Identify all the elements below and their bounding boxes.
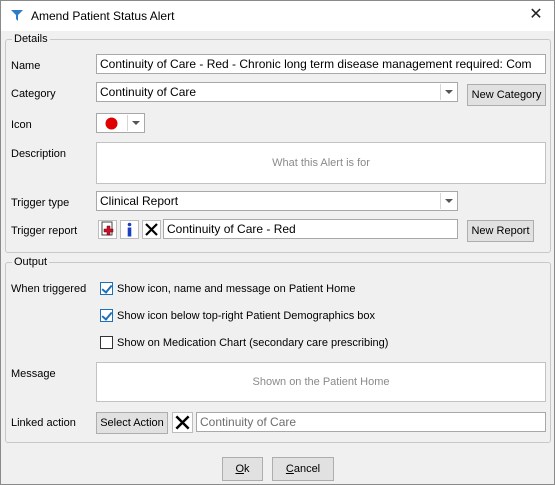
category-select[interactable]: Continuity of Care [96, 82, 458, 102]
trigger-report-label: Trigger report [11, 225, 78, 237]
title-bar[interactable]: Amend Patient Status Alert ✕ [1, 1, 554, 31]
details-legend: Details [14, 33, 48, 45]
amend-alert-dialog: Amend Patient Status Alert ✕ Details Nam… [0, 0, 555, 485]
trigger-report-field[interactable]: Continuity of Care - Red [163, 219, 458, 239]
name-label: Name [11, 60, 41, 72]
ok-button[interactable]: Ok [222, 457, 263, 481]
add-report-button[interactable] [98, 220, 117, 239]
clear-report-button[interactable] [142, 220, 161, 239]
icon-label: Icon [11, 119, 32, 131]
trigger-type-label: Trigger type [11, 197, 70, 209]
show-on-patient-home-checkbox[interactable] [100, 282, 113, 295]
cancel-label: ancel [293, 463, 321, 475]
info-icon [127, 222, 132, 237]
trigger-type-select[interactable]: Clinical Report [96, 191, 458, 211]
plus-document-icon [101, 221, 114, 236]
message-placeholder: Shown on the Patient Home [252, 376, 390, 388]
close-icon[interactable]: ✕ [522, 3, 550, 27]
name-value: Continuity of Care - Red - Chronic long … [100, 57, 532, 71]
icon-select[interactable] [96, 113, 145, 133]
show-below-demographics-checkbox[interactable] [100, 309, 113, 322]
window-title: Amend Patient Status Alert [31, 9, 175, 23]
ok-label: k [244, 463, 250, 475]
new-category-button[interactable]: New Category [467, 84, 546, 106]
message-label: Message [11, 368, 56, 380]
show-on-patient-home-label: Show icon, name and message on Patient H… [117, 283, 356, 295]
show-on-medication-chart-checkbox[interactable] [100, 336, 113, 349]
trigger-type-value: Clinical Report [100, 194, 179, 208]
show-below-demographics-label: Show icon below top-right Patient Demogr… [117, 310, 376, 322]
new-report-button[interactable]: New Report [467, 220, 534, 242]
app-logo-icon [11, 10, 23, 21]
when-triggered-label: When triggered [11, 283, 87, 295]
linked-action-label: Linked action [11, 417, 76, 429]
show-on-medication-chart-label: Show on Medication Chart (secondary care… [117, 337, 389, 349]
message-field[interactable]: Shown on the Patient Home [96, 362, 546, 402]
linked-action-value: Continuity of Care [200, 415, 297, 429]
chevron-down-icon[interactable] [440, 84, 456, 100]
clear-action-button[interactable] [172, 412, 193, 433]
red-circle-icon [105, 117, 118, 130]
trigger-report-value: Continuity of Care - Red [167, 222, 296, 236]
description-label: Description [11, 148, 67, 160]
linked-action-field[interactable]: Continuity of Care [196, 412, 546, 432]
chevron-down-icon[interactable] [127, 115, 143, 131]
description-field[interactable]: What this Alert is for [96, 142, 546, 184]
select-action-button[interactable]: Select Action [96, 412, 168, 434]
chevron-down-icon[interactable] [440, 193, 456, 209]
cancel-accesskey: C [285, 463, 294, 475]
output-legend: Output [14, 256, 48, 268]
name-field[interactable]: Continuity of Care - Red - Chronic long … [96, 54, 546, 74]
ok-accesskey: O [235, 463, 245, 475]
category-value: Continuity of Care [100, 85, 197, 99]
category-label: Category [11, 88, 56, 100]
close-icon [145, 223, 158, 236]
close-icon [175, 415, 190, 430]
description-placeholder: What this Alert is for [272, 157, 370, 169]
cancel-button[interactable]: Cancel [272, 457, 334, 481]
report-info-button[interactable] [120, 220, 139, 239]
